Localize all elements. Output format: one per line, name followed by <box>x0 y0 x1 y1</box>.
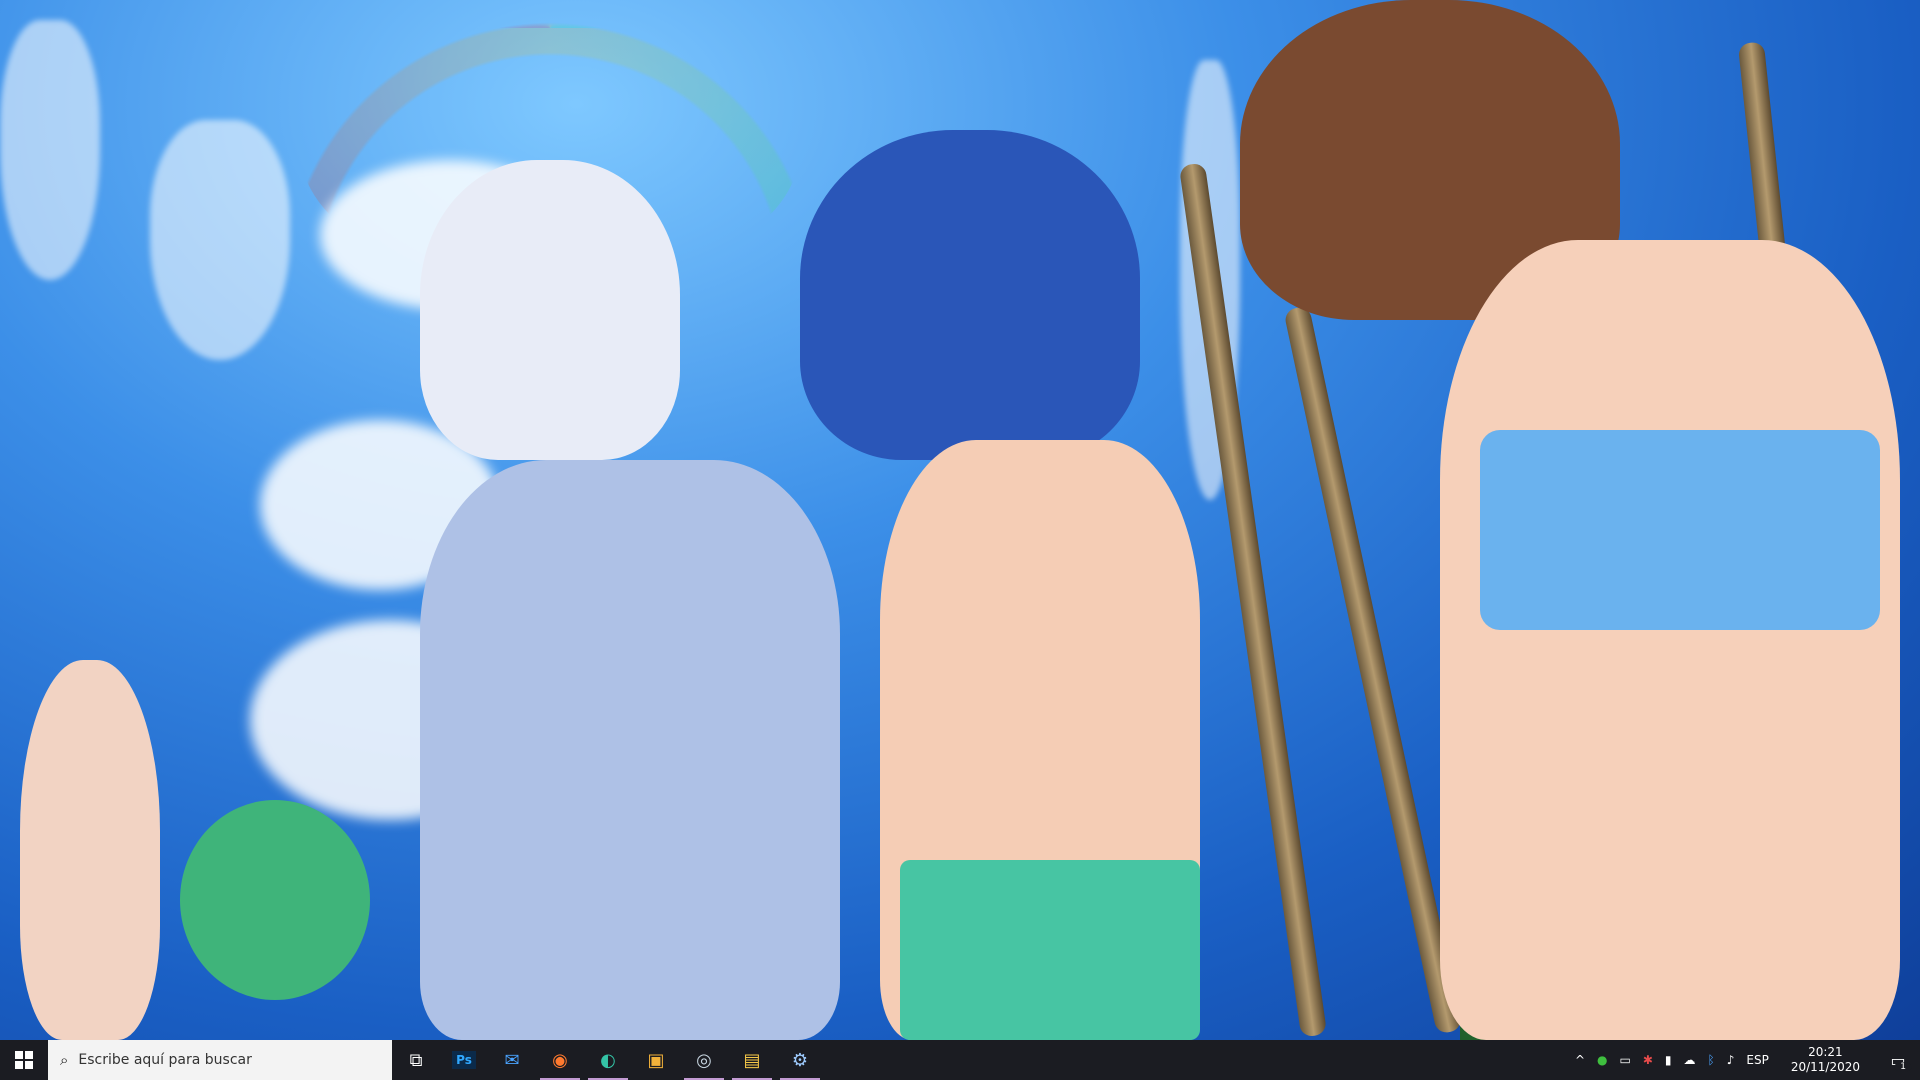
store-icon: ▣ <box>647 1049 665 1071</box>
bluetooth-icon[interactable]: ᛒ <box>1702 1053 1721 1067</box>
mail-button[interactable]: ✉ <box>488 1040 536 1080</box>
firefox-icon: ◉ <box>552 1049 568 1071</box>
blue-bikini-top <box>1480 430 1880 630</box>
character-blue-hair <box>800 130 1140 460</box>
show-hidden-icons-chevron-icon[interactable]: ^ <box>1569 1053 1591 1067</box>
xbox-icon[interactable]: ● <box>1591 1053 1613 1067</box>
edge-button[interactable]: ◐ <box>584 1040 632 1080</box>
photoshop-icon: Ps <box>452 1051 476 1069</box>
edge-icon: ◐ <box>600 1049 616 1071</box>
system-tray: ^ ● ▭ ✱ ▮ ☁ ᛒ ♪ ESP 20:21 20/11/2020 ▭ 1 <box>1569 1040 1920 1080</box>
photoshop-button[interactable]: Ps <box>440 1040 488 1080</box>
task-view-icon: ⧉ <box>409 1049 423 1071</box>
start-button[interactable] <box>0 1040 48 1080</box>
search-placeholder: Escribe aquí para buscar <box>78 1052 252 1068</box>
action-center-button[interactable]: ▭ 1 <box>1876 1040 1920 1080</box>
notification-count: 1 <box>1894 1062 1912 1072</box>
taskbar: ⌕ Escribe aquí para buscar ⧉ Ps ✉ ◉ ◐ ▣ … <box>0 1040 1920 1080</box>
folder-icon: ▤ <box>743 1049 761 1071</box>
store-button[interactable]: ▣ <box>632 1040 680 1080</box>
cloud-icon[interactable]: ☁ <box>1678 1053 1702 1067</box>
steam-button[interactable]: ◎ <box>680 1040 728 1080</box>
mail-icon: ✉ <box>504 1049 520 1071</box>
language-indicator[interactable]: ESP <box>1740 1053 1774 1067</box>
clock-date: 20/11/2020 <box>1790 1060 1860 1074</box>
windows-icon <box>15 1051 33 1069</box>
desktop-wallpaper <box>0 0 1920 1040</box>
water-splash <box>150 120 290 360</box>
network-icon[interactable]: ▭ <box>1614 1053 1637 1067</box>
volume-icon[interactable]: ♪ <box>1721 1053 1741 1067</box>
swim-ring <box>180 800 370 1000</box>
clock-time: 20:21 <box>1808 1045 1843 1059</box>
water-splash <box>0 20 100 280</box>
settings-app-button[interactable]: ⚙ <box>776 1040 824 1080</box>
battery-icon[interactable]: ▮ <box>1659 1053 1678 1067</box>
character-left <box>20 660 160 1040</box>
steam-icon: ◎ <box>696 1049 712 1071</box>
search-icon: ⌕ <box>60 1051 69 1069</box>
character-back <box>1440 240 1900 1040</box>
clock[interactable]: 20:21 20/11/2020 <box>1775 1045 1876 1075</box>
file-explorer-button[interactable]: ▤ <box>728 1040 776 1080</box>
firefox-button[interactable]: ◉ <box>536 1040 584 1080</box>
green-bikini <box>900 860 1200 1040</box>
task-view-button[interactable]: ⧉ <box>392 1040 440 1080</box>
character-silver-hair <box>420 160 680 460</box>
search-box[interactable]: ⌕ Escribe aquí para buscar <box>48 1040 392 1080</box>
gear-icon: ⚙ <box>791 1049 809 1071</box>
character-dress <box>420 460 840 1040</box>
security-icon[interactable]: ✱ <box>1637 1053 1659 1067</box>
